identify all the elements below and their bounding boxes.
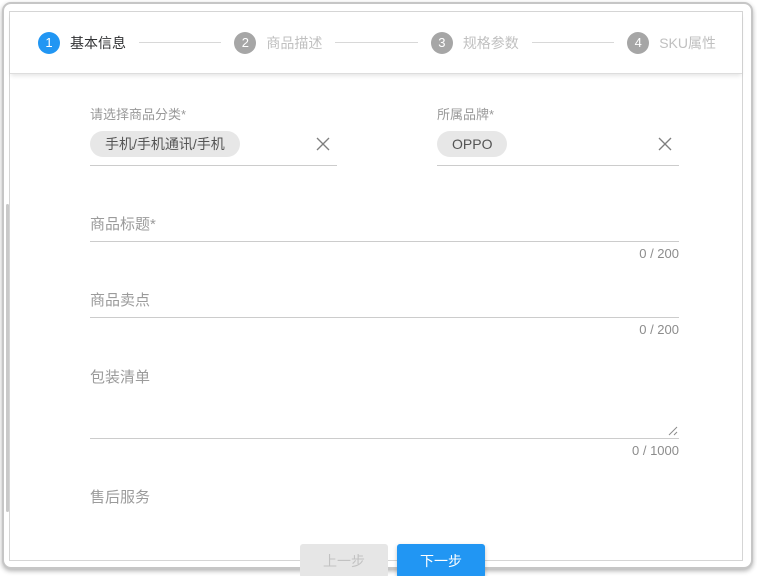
packing-list-textarea[interactable] — [90, 362, 679, 439]
resize-handle-icon[interactable] — [666, 424, 678, 436]
next-step-button[interactable]: 下一步 — [397, 544, 485, 576]
category-chip[interactable]: 手机/手机通讯/手机 — [90, 131, 240, 157]
step-sku-attrs[interactable]: 4 SKU属性 — [627, 32, 716, 54]
brand-chip[interactable]: OPPO — [437, 131, 507, 157]
step-spec-params[interactable]: 3 规格参数 — [431, 32, 519, 54]
after-sale-label: 售后服务 — [90, 486, 679, 507]
clear-icon[interactable] — [655, 134, 675, 154]
step-connector — [335, 42, 417, 43]
title-input[interactable] — [90, 210, 679, 242]
step-description[interactable]: 2 商品描述 — [234, 32, 322, 54]
selling-point-field: 0 / 200 — [90, 286, 679, 337]
selling-point-input[interactable] — [90, 286, 679, 318]
window-frame: 1 基本信息 2 商品描述 3 规格参数 4 SKU属性 请选 — [2, 2, 753, 569]
step-basic-info[interactable]: 1 基本信息 — [38, 32, 126, 54]
prev-step-button[interactable]: 上一步 — [300, 544, 388, 576]
step-connector — [532, 42, 614, 43]
step-1-circle: 1 — [38, 32, 60, 54]
category-field: 请选择商品分类* 手机/手机通讯/手机 — [90, 104, 337, 166]
packing-list-counter: 0 / 1000 — [90, 443, 679, 458]
brand-field: 所属品牌* OPPO — [437, 104, 679, 166]
packing-list-field: 0 / 1000 — [90, 362, 679, 458]
category-select[interactable]: 手机/手机通讯/手机 — [90, 131, 337, 166]
brand-label: 所属品牌* — [437, 104, 679, 123]
clear-icon[interactable] — [313, 134, 333, 154]
wizard-actions: 上一步 下一步 — [90, 544, 679, 576]
select-row: 请选择商品分类* 手机/手机通讯/手机 所属品牌* OPPO — [90, 104, 679, 166]
step-1-label: 基本信息 — [70, 33, 126, 53]
category-label: 请选择商品分类* — [90, 104, 337, 123]
form-body: 请选择商品分类* 手机/手机通讯/手机 所属品牌* OPPO — [10, 74, 742, 576]
title-counter: 0 / 200 — [90, 246, 679, 261]
step-2-circle: 2 — [234, 32, 256, 54]
selling-point-counter: 0 / 200 — [90, 322, 679, 337]
title-field: 0 / 200 — [90, 210, 679, 261]
stepper: 1 基本信息 2 商品描述 3 规格参数 4 SKU属性 — [10, 12, 742, 74]
product-form-card: 1 基本信息 2 商品描述 3 规格参数 4 SKU属性 请选 — [9, 11, 743, 561]
step-3-label: 规格参数 — [463, 33, 519, 53]
brand-select[interactable]: OPPO — [437, 131, 679, 166]
step-4-label: SKU属性 — [659, 33, 716, 53]
step-4-circle: 4 — [627, 32, 649, 54]
step-2-label: 商品描述 — [266, 33, 322, 53]
step-connector — [139, 42, 221, 43]
step-3-circle: 3 — [431, 32, 453, 54]
